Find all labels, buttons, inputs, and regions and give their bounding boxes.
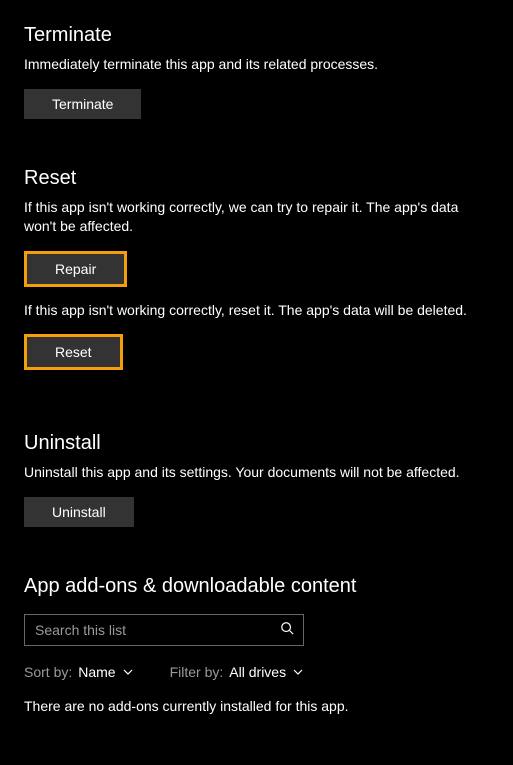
uninstall-button[interactable]: Uninstall	[24, 497, 134, 527]
terminate-section: Terminate Immediately terminate this app…	[24, 24, 489, 119]
sort-label: Sort by:	[24, 664, 72, 680]
filter-label: Filter by:	[170, 664, 224, 680]
repair-button[interactable]: Repair	[27, 254, 124, 284]
sort-value: Name	[78, 664, 115, 680]
addons-section: App add-ons & downloadable content Sort …	[24, 575, 489, 714]
uninstall-section: Uninstall Uninstall this app and its set…	[24, 432, 489, 527]
search-container	[24, 614, 304, 646]
addons-empty-text: There are no add-ons currently installed…	[24, 698, 489, 714]
reset-section: Reset If this app isn't working correctl…	[24, 167, 489, 385]
reset-title: Reset	[24, 167, 489, 190]
repair-description: If this app isn't working correctly, we …	[24, 198, 489, 237]
reset-button[interactable]: Reset	[27, 337, 120, 367]
repair-highlight: Repair	[24, 251, 127, 287]
addons-title: App add-ons & downloadable content	[24, 575, 489, 598]
terminate-title: Terminate	[24, 24, 489, 47]
chevron-down-icon	[122, 666, 134, 678]
uninstall-title: Uninstall	[24, 432, 489, 455]
reset-highlight: Reset	[24, 334, 123, 370]
chevron-down-icon	[292, 666, 304, 678]
uninstall-description: Uninstall this app and its settings. You…	[24, 463, 489, 483]
filter-by-dropdown[interactable]: Filter by: All drives	[170, 664, 304, 680]
sort-by-dropdown[interactable]: Sort by: Name	[24, 664, 134, 680]
search-input[interactable]	[24, 614, 304, 646]
terminate-button[interactable]: Terminate	[24, 89, 141, 119]
filter-value: All drives	[229, 664, 286, 680]
filter-row: Sort by: Name Filter by: All drives	[24, 664, 489, 680]
terminate-description: Immediately terminate this app and its r…	[24, 55, 489, 75]
reset-description: If this app isn't working correctly, res…	[24, 301, 489, 321]
